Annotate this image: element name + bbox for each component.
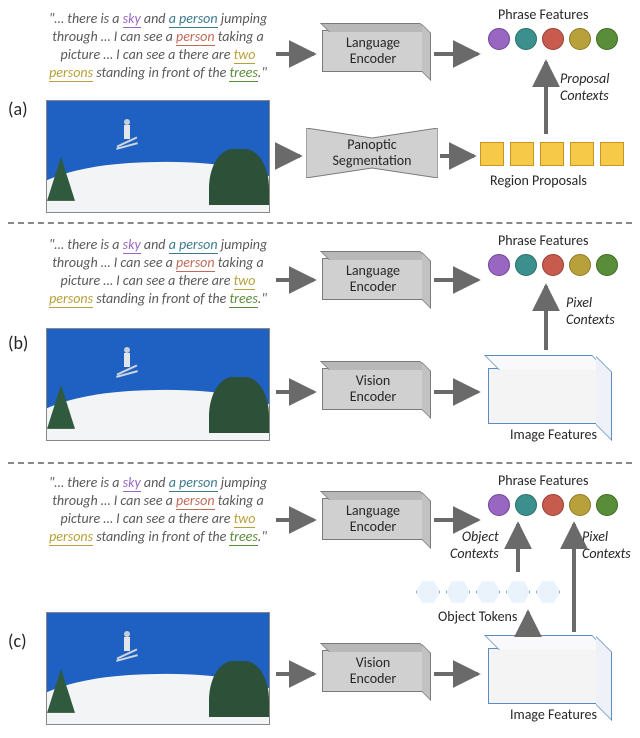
phrase-feature-circles [488, 494, 618, 516]
arrow [568, 520, 580, 641]
arrow [276, 272, 318, 291]
phrase-features-label: Phrase Features [498, 472, 588, 489]
divider [8, 222, 632, 224]
phrase-feature-circles [488, 254, 618, 276]
input-image [46, 328, 270, 441]
caption-text: "… there is a sky and a person jumping t… [46, 10, 270, 82]
proposal-contexts-label: Proposal Contexts [560, 70, 609, 104]
phrase-feature-circles [488, 28, 618, 50]
pixel-contexts-label: Pixel Contexts [566, 294, 615, 328]
arrow [540, 282, 552, 359]
arrow [434, 512, 482, 531]
object-tokens [416, 580, 560, 604]
arrow [522, 608, 534, 643]
arrow [276, 666, 318, 685]
arrow [434, 272, 482, 291]
panel-c-letter: (c) [8, 630, 27, 652]
language-encoder-box: Language Encoder [322, 30, 424, 72]
arrow [512, 520, 524, 581]
object-contexts-label: Object Contexts [450, 528, 499, 562]
arrow [434, 666, 482, 685]
panel-b-letter: (b) [8, 332, 28, 354]
caption-text: "… there is a sky and a person jumping t… [46, 236, 270, 308]
arrow [276, 512, 318, 531]
image-features-cuboid [488, 648, 598, 704]
caption-text: "… there is a sky and a person jumping t… [46, 474, 270, 546]
image-features-cuboid [488, 368, 598, 424]
phrase-features-label: Phrase Features [498, 232, 588, 249]
vision-encoder-box: Vision Encoder [322, 650, 424, 692]
region-proposals-label: Region Proposals [490, 172, 587, 189]
panel-a-letter: (a) [8, 98, 28, 120]
panel-c: (c) "… there is a sky and a person jumpi… [0, 468, 640, 734]
image-features-label: Image Features [510, 426, 597, 443]
arrow [276, 148, 304, 167]
divider [8, 462, 632, 464]
arrow [434, 46, 482, 65]
object-tokens-label: Object Tokens [438, 608, 517, 625]
language-encoder-box: Language Encoder [322, 258, 424, 300]
panel-a: (a) "… there is a sky and a person jumpi… [0, 0, 640, 218]
pixel-contexts-label: Pixel Contexts [582, 528, 631, 562]
region-proposal-squares [480, 142, 624, 166]
phrase-features-label: Phrase Features [498, 6, 588, 23]
arrow [276, 46, 318, 65]
panel-b: (b) "… there is a sky and a person jumpi… [0, 228, 640, 460]
input-image [46, 612, 270, 725]
input-image [46, 100, 270, 213]
arrow [440, 148, 478, 167]
panoptic-segmentation-box: Panoptic Segmentation [306, 128, 438, 178]
arrow [434, 384, 482, 403]
language-encoder-box: Language Encoder [322, 498, 424, 540]
vision-encoder-box: Vision Encoder [322, 368, 424, 410]
arrow [276, 384, 318, 403]
image-features-label: Image Features [510, 706, 597, 723]
arrow [540, 58, 552, 143]
